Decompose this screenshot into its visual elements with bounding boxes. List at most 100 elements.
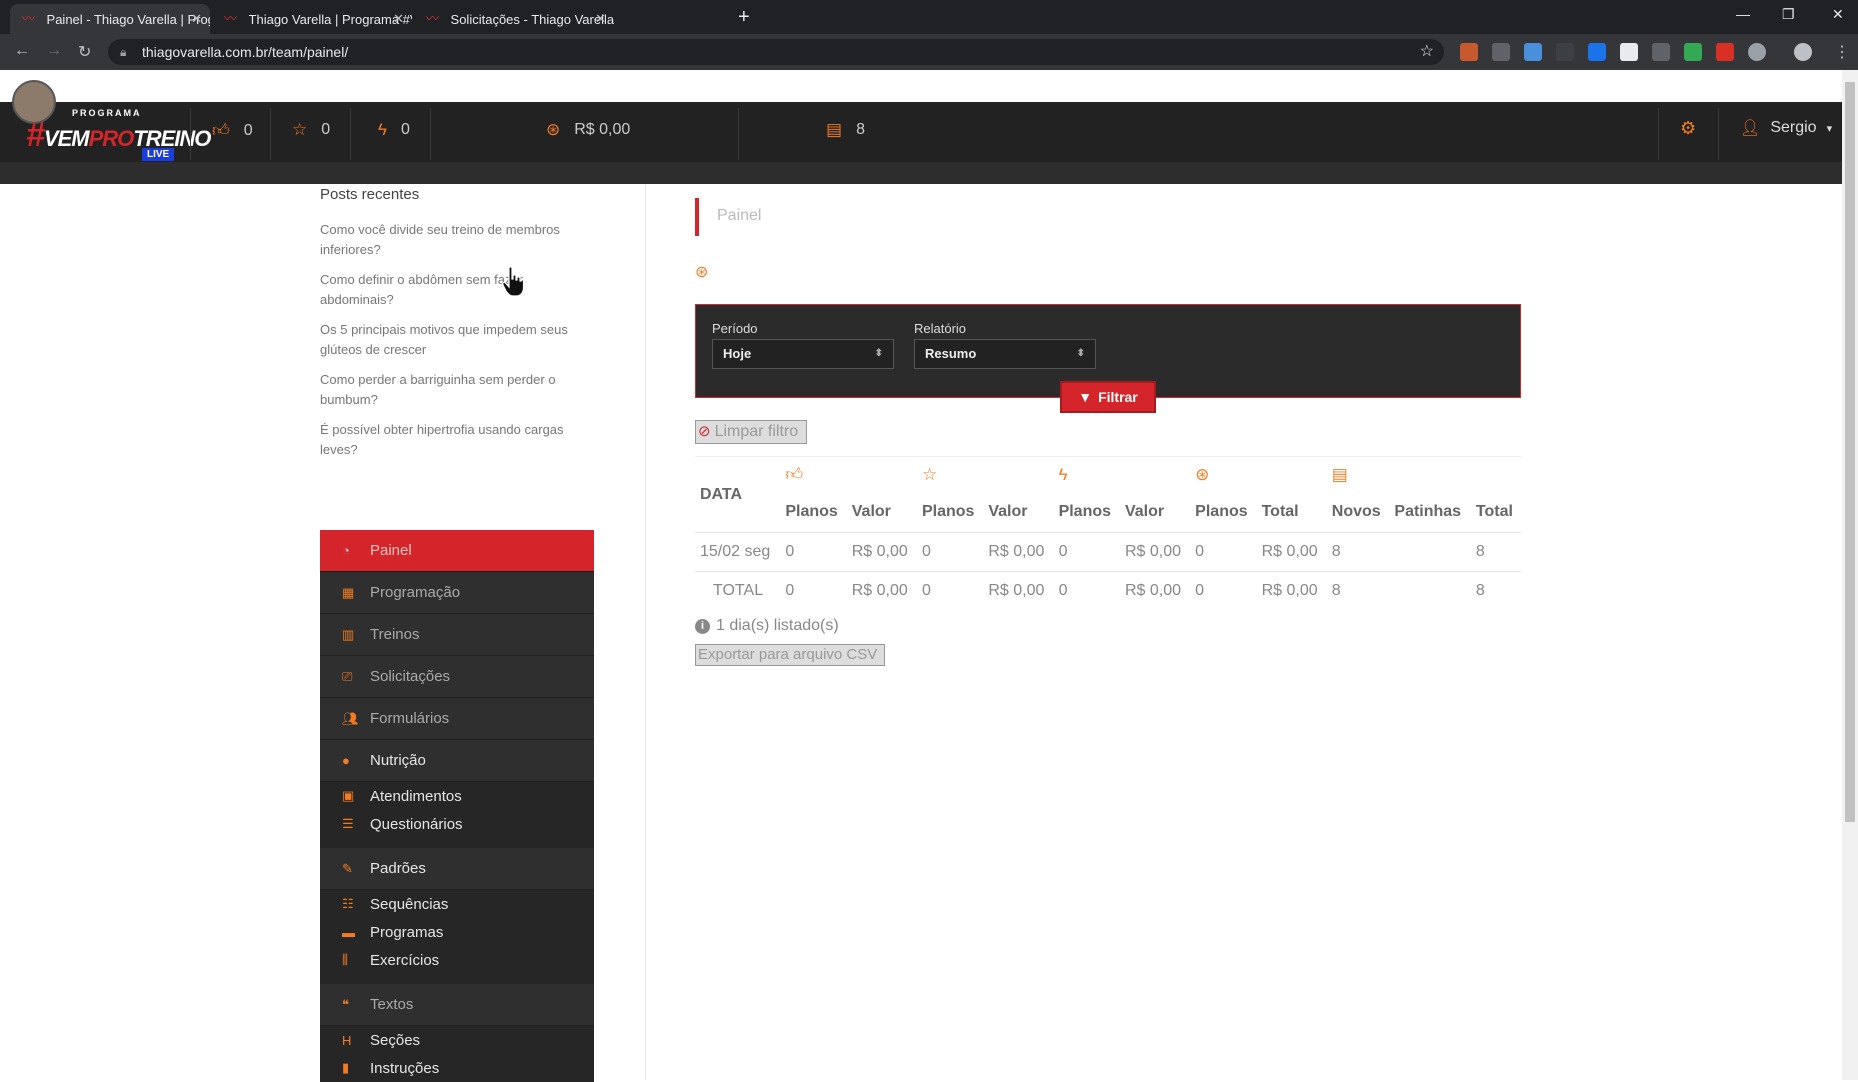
menu-icon[interactable]: ⋮ — [1834, 42, 1850, 62]
thumbs-up-icon: 👍︎ — [780, 456, 917, 493]
post-link[interactable]: Como definir o abdômen sem fazer abdomin… — [320, 270, 590, 310]
header-divider — [270, 108, 271, 160]
relatorio-select[interactable]: Resumo ⬍ — [914, 339, 1096, 369]
periodo-select[interactable]: Hoje ⬍ — [712, 339, 894, 369]
bolts-stat[interactable]: ϟ 0 — [378, 120, 410, 140]
post-link[interactable]: É possível obter hipertrofia usando carg… — [320, 420, 590, 460]
back-icon[interactable]: ← — [14, 42, 30, 60]
table-cell: 0 — [1053, 532, 1120, 572]
clear-filter-label: Limpar filtro — [714, 423, 799, 440]
post-link[interactable]: Os 5 principais motivos que impedem seus… — [320, 320, 590, 360]
export-csv-button[interactable]: Exportar para arquivo CSV — [695, 644, 885, 666]
extension-icon[interactable] — [1460, 43, 1478, 61]
new-tab-button[interactable]: + — [738, 6, 750, 29]
sidebar-item-sequencias[interactable]: ☷ Sequências — [320, 890, 594, 918]
header-divider — [738, 108, 739, 160]
close-window-icon[interactable]: ✕ — [1832, 6, 1844, 23]
clear-filter-button[interactable]: ⊘ Limpar filtro — [695, 420, 807, 444]
monitor-icon: ▣ — [342, 788, 355, 803]
column-header: Total — [1261, 503, 1299, 521]
periodo-value: Hoje — [723, 346, 752, 361]
browser-toolbar: ← → ↻ 🔒︎ thiagovarella.com.br/team/paine… — [0, 34, 1858, 70]
live-badge: LIVE — [142, 148, 175, 161]
header-divider — [430, 108, 431, 160]
likes-stat[interactable]: 👍︎ 0 — [212, 120, 253, 141]
forward-icon[interactable]: → — [46, 42, 62, 60]
table-cell: R$ 0,00 — [1256, 532, 1327, 572]
column-header: Valor — [851, 503, 891, 521]
column-header: Planos — [1195, 503, 1248, 521]
extension-icon[interactable] — [1684, 43, 1702, 61]
sidebar-gap — [320, 838, 594, 848]
info-icon: i — [695, 618, 710, 634]
close-tab-icon[interactable]: ✕ — [393, 11, 404, 27]
restore-icon[interactable]: ❐ — [1782, 6, 1795, 23]
sidebar-item-atendimentos[interactable]: ▣ Atendimentos — [320, 782, 594, 810]
close-tab-icon[interactable]: ✕ — [595, 11, 606, 27]
money-stat[interactable]: ⊛ R$ 0,00 — [546, 120, 630, 140]
post-link[interactable]: Como você divide seu treino de membros i… — [320, 220, 590, 260]
sidebar-item-label: Solicitações — [370, 668, 451, 685]
logo-text: #VEMPROTREINO — [26, 116, 211, 155]
sidebar-item-painel[interactable]: ◔ Painel — [320, 530, 594, 572]
money-icon: ⊛ — [695, 264, 709, 281]
extension-icon[interactable] — [1492, 43, 1510, 61]
sidebar-item-label: Textos — [370, 996, 414, 1013]
browser-tab-painel[interactable]: 〰 Painel - Thiago Varella | Programa ✕ — [10, 4, 210, 34]
sidebar-gap — [320, 974, 594, 984]
table-cell — [1389, 532, 1471, 572]
table-cell: 15/02 seg — [695, 532, 781, 572]
sidebar-item-formularios[interactable]: 👥︎ Formulários — [320, 698, 594, 740]
sidebar-item-solicitacoes[interactable]: ⎚ Solicitações — [320, 656, 594, 698]
table-cell: 0 — [780, 571, 847, 611]
extension-icon[interactable] — [1652, 43, 1670, 61]
extension-icon[interactable] — [1524, 43, 1542, 61]
url-text: thiagovarella.com.br/team/painel/ — [142, 44, 349, 60]
browser-tab-programa[interactable]: 〰 Thiago Varella | Programa #VEMPRO ✕ — [212, 4, 412, 34]
stars-stat[interactable]: ☆ 0 — [292, 120, 330, 140]
sidebar-item-questionarios[interactable]: ☰ Questionários — [320, 810, 594, 838]
sidebar-item-exercicios[interactable]: ⫼ Exercícios — [320, 946, 594, 974]
inbox-icon: ⎚ — [342, 668, 353, 684]
extension-icon[interactable] — [1748, 43, 1766, 61]
post-link[interactable]: Como perder a barriguinha sem perder o b… — [320, 370, 590, 410]
docs-stat[interactable]: ▤ 8 — [826, 120, 865, 140]
sidebar-item-treinos[interactable]: ▥ Treinos — [320, 614, 594, 656]
extension-icon[interactable] — [1716, 43, 1734, 61]
sidebar-item-label: Programação — [370, 584, 461, 601]
scrollbar-thumb[interactable] — [1845, 82, 1855, 822]
address-bar[interactable]: 🔒︎ thiagovarella.com.br/team/painel/ ☆ — [108, 39, 1444, 65]
profile-icon[interactable] — [1794, 43, 1812, 61]
sidebar-item-instrucoes[interactable]: ▮ Instruções — [320, 1054, 594, 1082]
relatorio-label: Relatório — [914, 321, 967, 336]
sidebar-item-label: Exercícios — [370, 951, 440, 969]
table-cell: 0 — [1190, 571, 1257, 611]
money-icon: ⊛ — [546, 120, 561, 139]
user-menu[interactable]: 👤︎ Sergio ▾ — [1740, 118, 1832, 138]
close-tab-icon[interactable]: ✕ — [191, 11, 202, 27]
sidebar-item-programacao[interactable]: ▦ Programação — [320, 572, 594, 614]
reload-icon[interactable]: ↻ — [78, 42, 91, 62]
sidebar-item-programas[interactable]: ▬ Programas — [320, 918, 594, 946]
browser-tab-solicitacoes[interactable]: 〰 Solicitações - Thiago Varella | Pro ✕ — [414, 4, 614, 34]
select-arrows-icon: ⬍ — [1076, 348, 1085, 359]
bookmark-star-icon[interactable]: ☆ — [1420, 39, 1434, 65]
posts-title: Posts recentes — [320, 186, 420, 203]
site-logo[interactable]: PROGRAMA #VEMPROTREINO LIVE — [12, 80, 211, 168]
filter-button[interactable]: ▼ Filtrar — [1060, 381, 1156, 413]
minimize-icon[interactable]: — — [1736, 6, 1750, 22]
sidebar-item-label: Instruções — [370, 1059, 440, 1077]
extension-icon[interactable] — [1620, 43, 1638, 61]
sidebar-item-nutricao[interactable]: ● Nutrição — [320, 740, 594, 782]
ban-icon: ⊘ — [698, 423, 711, 440]
tab-title: Thiago Varella | Programa #VEMPRO — [248, 11, 412, 27]
sidebar-item-padroes[interactable]: ✎ Padrões — [320, 848, 594, 890]
chevron-down-icon: ▾ — [1826, 122, 1833, 135]
sidebar-item-textos[interactable]: ❝ Textos — [320, 984, 594, 1026]
sidebar-item-secoes[interactable]: H Seções — [320, 1026, 594, 1054]
gear-icon[interactable]: ⚙ — [1680, 118, 1696, 139]
sidebar-item-label: Formulários — [370, 710, 450, 727]
extension-icon[interactable] — [1556, 43, 1574, 61]
extension-icon[interactable] — [1588, 43, 1606, 61]
column-divider — [645, 184, 646, 1080]
